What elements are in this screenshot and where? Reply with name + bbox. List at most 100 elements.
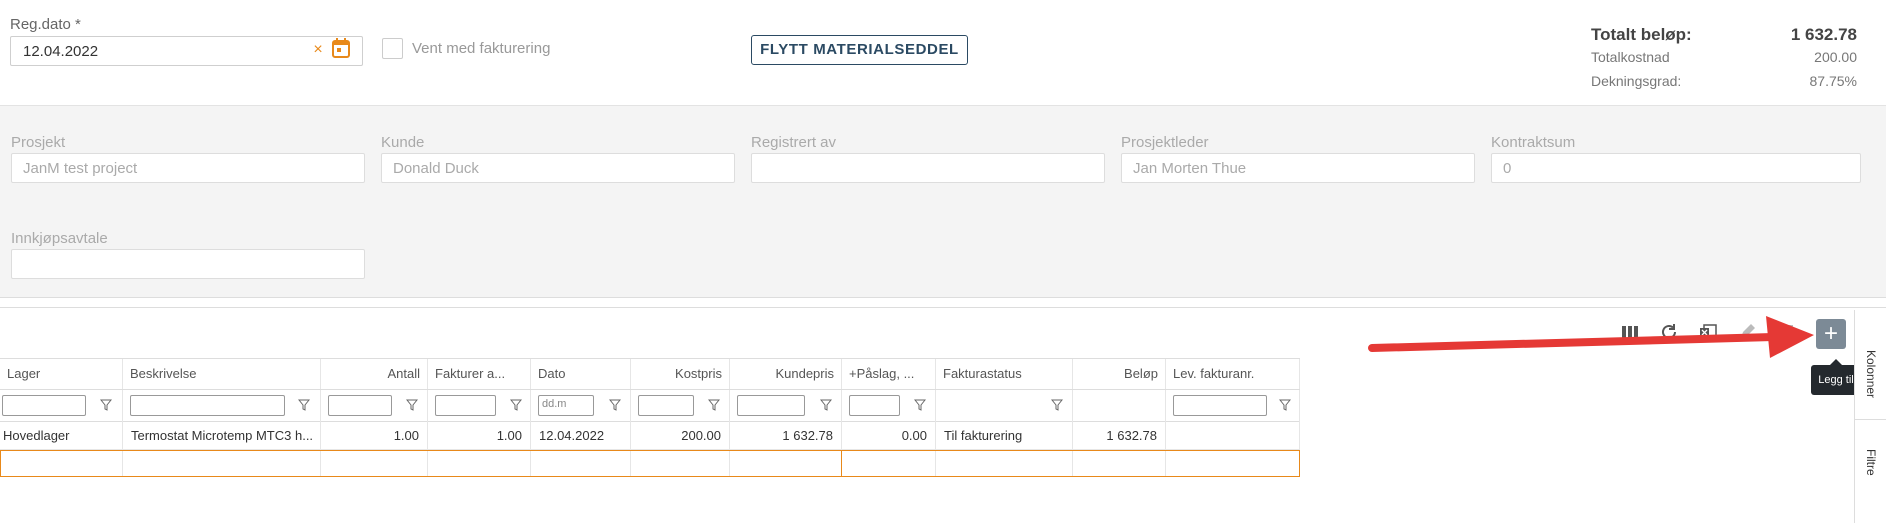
filter-icon[interactable] <box>708 399 720 411</box>
cell-dato[interactable]: 12.04.2022 <box>531 422 631 450</box>
cell-beskrivelse[interactable]: Termostat Microtemp MTC3 h... <box>123 422 321 450</box>
cell-kostpris[interactable]: 200.00 <box>631 422 730 450</box>
innkjopsavtale-field[interactable] <box>11 249 365 279</box>
col-header-kundepris[interactable]: Kundepris <box>730 359 842 389</box>
filter-icon[interactable] <box>298 399 310 411</box>
grid-header: Lager Beskrivelse Antall Fakturer a... D… <box>0 358 1300 390</box>
date-filter-placeholder: dd.m <box>542 398 567 410</box>
registrert-av-label: Registrert av <box>751 134 837 151</box>
vent-label: Vent med fakturering <box>412 40 551 57</box>
col-header-beskrivelse[interactable]: Beskrivelse <box>123 359 321 389</box>
vent-checkbox[interactable] <box>382 38 403 59</box>
filter-cell <box>0 390 123 422</box>
filter-icon[interactable] <box>510 399 522 411</box>
filter-icon[interactable] <box>609 399 621 411</box>
kunde-label: Kunde <box>381 134 425 151</box>
totalt-belop-value: 1 632.78 <box>1790 25 1857 44</box>
filter-input[interactable] <box>2 395 86 416</box>
dekningsgrad-label: Dekningsgrad: <box>1591 73 1682 89</box>
filter-cell <box>428 390 531 422</box>
totalkostnad-value: 200.00 <box>1814 49 1857 65</box>
calendar-icon[interactable] <box>332 38 350 58</box>
filter-input[interactable] <box>638 395 694 416</box>
date-filter-input[interactable]: dd.m <box>538 395 594 416</box>
cell-belop[interactable]: 1 632.78 <box>1073 422 1166 450</box>
cell-paslag[interactable]: 0.00 <box>842 422 936 450</box>
new-row[interactable] <box>0 450 1300 477</box>
filter-input[interactable] <box>1173 395 1267 416</box>
filter-input[interactable] <box>849 395 900 416</box>
reg-dato-label: Reg.dato * <box>10 16 81 33</box>
filter-cell <box>123 390 321 422</box>
new-row-cell[interactable] <box>123 451 321 476</box>
col-header-lager[interactable]: Lager <box>0 359 123 389</box>
kontraktsum-field: 0 <box>1491 153 1861 183</box>
filter-cell <box>1166 390 1300 422</box>
col-header-fakturer[interactable]: Fakturer a... <box>428 359 531 389</box>
prosjektleder-label: Prosjektleder <box>1121 134 1209 151</box>
filter-cell <box>936 390 1073 422</box>
kolonner-tab[interactable]: Kolonner <box>1855 330 1886 420</box>
filter-cell <box>631 390 730 422</box>
col-header-kostpris[interactable]: Kostpris <box>631 359 730 389</box>
filter-icon[interactable] <box>1279 399 1291 411</box>
innkjopsavtale-label: Innkjøpsavtale <box>11 230 108 247</box>
cell-lager[interactable]: Hovedlager <box>0 422 123 450</box>
filter-input[interactable] <box>328 395 392 416</box>
new-row-cell[interactable] <box>428 451 531 476</box>
new-row-cell[interactable] <box>531 451 631 476</box>
totalt-belop-label: Totalt beløp: <box>1591 25 1692 44</box>
totalkostnad-label: Totalkostnad <box>1591 49 1670 65</box>
prosjekt-field: JanM test project <box>11 153 365 183</box>
filter-cell <box>730 390 842 422</box>
project-info-section: Prosjekt JanM test project Kunde Donald … <box>0 106 1886 298</box>
kunde-field: Donald Duck <box>381 153 735 183</box>
table-row[interactable]: Hovedlager Termostat Microtemp MTC3 h...… <box>0 422 1300 450</box>
cell-fakturastatus[interactable]: Til fakturering <box>936 422 1073 450</box>
new-row-cell[interactable] <box>1073 451 1166 476</box>
cell-fakturer[interactable]: 1.00 <box>428 422 531 450</box>
filter-icon[interactable] <box>406 399 418 411</box>
new-row-cell[interactable] <box>1 451 123 476</box>
new-row-cell[interactable] <box>730 451 842 476</box>
col-header-dato[interactable]: Dato <box>531 359 631 389</box>
kolonner-tab-label: Kolonner <box>1864 350 1878 399</box>
cell-antall[interactable]: 1.00 <box>321 422 428 450</box>
prosjektleder-field: Jan Morten Thue <box>1121 153 1475 183</box>
cell-lev-fakturanr[interactable] <box>1166 422 1300 450</box>
col-header-paslag[interactable]: +Påslag, ... <box>842 359 936 389</box>
col-header-antall[interactable]: Antall <box>321 359 428 389</box>
col-header-belop[interactable]: Beløp <box>1073 359 1166 389</box>
filter-input[interactable] <box>130 395 285 416</box>
filter-cell <box>1073 390 1166 422</box>
new-row-cell[interactable] <box>321 451 428 476</box>
registrert-av-field <box>751 153 1105 183</box>
col-header-lev-fakturanr[interactable]: Lev. fakturanr. <box>1166 359 1300 389</box>
dekningsgrad-value: 87.75% <box>1809 73 1857 89</box>
filtre-tab[interactable]: Filtre <box>1855 425 1886 500</box>
filter-cell <box>321 390 428 422</box>
new-row-cell[interactable] <box>631 451 730 476</box>
filter-icon[interactable] <box>1051 399 1063 411</box>
filtre-tab-label: Filtre <box>1864 449 1878 476</box>
filter-input[interactable] <box>435 395 496 416</box>
side-panel: Kolonner Filtre <box>1854 310 1886 523</box>
cell-kundepris[interactable]: 1 632.78 <box>730 422 842 450</box>
clear-date-icon[interactable]: × <box>311 39 325 61</box>
new-row-cell[interactable] <box>936 451 1073 476</box>
arrow-annotation-icon <box>1368 316 1814 358</box>
filter-cell <box>842 390 936 422</box>
filter-icon[interactable] <box>100 399 112 411</box>
prosjekt-label: Prosjekt <box>11 134 66 151</box>
filter-row: dd.m <box>0 390 1300 422</box>
filter-input[interactable] <box>737 395 805 416</box>
filter-icon[interactable] <box>914 399 926 411</box>
add-button[interactable]: + <box>1816 319 1846 349</box>
filter-cell: dd.m <box>531 390 631 422</box>
col-header-fakturastatus[interactable]: Fakturastatus <box>936 359 1073 389</box>
header-section: Reg.dato * 12.04.2022 × Vent med fakture… <box>0 0 1886 106</box>
flytt-materialseddel-button[interactable]: FLYTT MATERIALSEDDEL <box>751 35 968 65</box>
kontraktsum-label: Kontraktsum <box>1491 134 1576 151</box>
filter-icon[interactable] <box>820 399 832 411</box>
new-row-cell[interactable] <box>842 451 936 476</box>
